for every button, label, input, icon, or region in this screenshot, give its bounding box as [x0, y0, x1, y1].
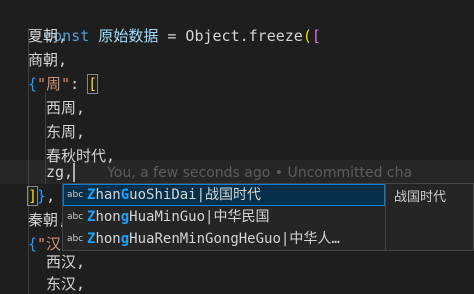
code-editor[interactable]: const 原始数据 = Object.freeze([ 夏朝, 商朝, {"周… [0, 0, 474, 294]
suggest-details: 战国时代 [385, 184, 473, 250]
code-line[interactable]: 夏朝, [28, 24, 67, 48]
suggest-item[interactable]: abc ZhongHuaMinGuo|中华民国 [63, 206, 385, 228]
code-line[interactable]: {"周": [ [28, 72, 99, 96]
paren-open: ( [302, 27, 312, 45]
code-text: 夏朝, [28, 27, 68, 45]
code-line[interactable]: ]}, [26, 184, 56, 208]
code-line[interactable]: const 原始数据 = Object.freeze([ [8, 0, 321, 45]
suggest-item-label: ZhongHuaRenMinGongHeGuo|中华人… [87, 231, 340, 247]
code-line-current[interactable]: zg, You, a few seconds ago • Uncommitted … [46, 160, 412, 184]
bracket-close-matched: ] [26, 186, 39, 206]
inline-blame: You, a few seconds ago • Uncommitted cha [107, 165, 413, 181]
comma: , [46, 187, 56, 205]
brace-open: { [28, 235, 38, 253]
bracket-open-matched: [ [87, 74, 99, 94]
code-text: 西周, [46, 99, 86, 117]
bracket-open: [ [311, 27, 321, 45]
string-key: "周" [37, 75, 71, 93]
suggest-widget[interactable]: abc ZhanGuoShiDai|战国时代 abc ZhongHuaMinGu… [62, 183, 474, 251]
colon: : [70, 75, 80, 93]
code-text: zg, [46, 163, 74, 181]
brace-close: } [37, 187, 47, 205]
suggest-item[interactable]: abc ZhongHuaRenMinGongHeGuo|中华人… [63, 228, 385, 250]
code-line[interactable]: 东周, [46, 120, 85, 144]
code-text: 东周, [46, 123, 86, 141]
suggest-item-label: ZhanGuoShiDai|战国时代 [87, 187, 262, 203]
text-cursor [73, 163, 75, 182]
brace-open: { [28, 75, 38, 93]
code-line[interactable]: 西周, [46, 96, 85, 120]
operator: = [167, 27, 177, 45]
suggest-item-label: ZhongHuaMinGuo|中华民国 [87, 209, 270, 225]
code-line[interactable]: 东汉, [46, 272, 85, 294]
code-line[interactable]: 西汉, [46, 250, 85, 274]
code-text: 东汉, [46, 275, 86, 293]
suggest-item[interactable]: abc ZhanGuoShiDai|战国时代 [63, 184, 385, 206]
function-call: Object.freeze [185, 27, 303, 45]
text-kind-icon: abc [67, 234, 84, 244]
variable-name: 原始数据 [98, 27, 159, 45]
code-text: 西汉, [46, 253, 86, 271]
suggest-list[interactable]: abc ZhanGuoShiDai|战国时代 abc ZhongHuaMinGu… [63, 184, 385, 250]
code-text: 商朝, [28, 51, 68, 69]
text-kind-icon: abc [67, 190, 84, 200]
text-kind-icon: abc [67, 212, 84, 222]
code-line[interactable]: 商朝, [28, 48, 67, 72]
